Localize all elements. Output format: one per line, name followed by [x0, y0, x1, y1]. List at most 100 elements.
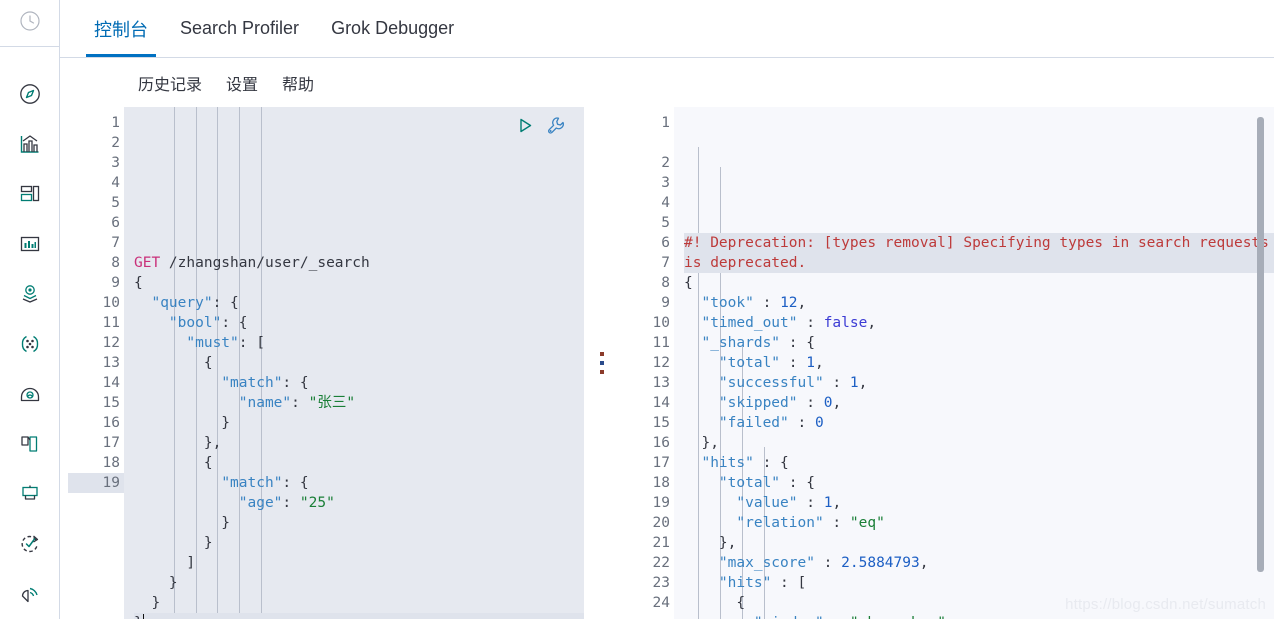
sidebar-item-canvas[interactable] — [10, 219, 50, 269]
line-number: 16 — [652, 435, 670, 451]
line-number: 2▾ — [620, 153, 680, 173]
code-token: : — [291, 395, 309, 411]
subnav-item-history[interactable]: 历史记录 — [138, 71, 202, 95]
line-number: 7 — [661, 255, 670, 271]
line-number: 23▾ — [620, 573, 681, 593]
sidebar-item-uptime[interactable] — [10, 519, 50, 569]
response-scrollbar[interactable] — [1257, 111, 1264, 589]
code-token: "total" — [718, 355, 781, 371]
code-line: "total" : { — [684, 473, 1274, 493]
code-token: #! Deprecation: [types removal] Specifyi… — [684, 235, 1269, 271]
compass-icon — [18, 82, 42, 106]
uptime-icon — [18, 532, 42, 556]
code-line: "match": { — [134, 473, 584, 493]
code-line: "failed" : 0 — [684, 413, 1274, 433]
visualize-chart-icon — [18, 132, 42, 156]
code-token: : — [824, 615, 850, 619]
code-token: , — [858, 375, 868, 391]
sidebar-item-maps[interactable] — [10, 269, 50, 319]
code-line: } — [134, 513, 584, 533]
subnav-item-help[interactable]: 帮助 — [282, 71, 314, 95]
code-line: "skipped" : 0, — [684, 393, 1274, 413]
code-token: }, — [134, 435, 222, 451]
code-token: }, — [684, 535, 737, 551]
code-line: }, — [684, 533, 1274, 553]
line-number: 24 — [652, 595, 670, 611]
request-code-area[interactable]: GET /zhangshan/user/_search{ "query": { … — [124, 107, 584, 619]
response-editor-pane[interactable]: 12▾345▾678910▴11▾12▾131415▴1617▾18▾19202… — [620, 107, 1274, 619]
send-request-play-icon[interactable] — [516, 116, 535, 135]
line-number: 8 — [111, 255, 120, 271]
line-number: 13 — [652, 375, 670, 391]
response-scrollbar-thumb[interactable] — [1257, 117, 1264, 572]
wrench-icon[interactable] — [545, 115, 566, 136]
sidebar-item-machine-learning[interactable] — [10, 319, 50, 369]
request-editor-pane[interactable]: 12▾3▾4▾5▾6▾7▾89▴10▴11▾12▾1314▴15▴16▴17▴1… — [60, 107, 584, 619]
line-number: 18▾ — [620, 473, 681, 493]
tab-search-profiler[interactable]: Search Profiler — [164, 0, 315, 57]
sidebar-item-dashboard[interactable] — [10, 169, 50, 219]
code-token: 1 — [806, 355, 815, 371]
tab-grok-debugger[interactable]: Grok Debugger — [315, 0, 470, 57]
code-line: "_index" : "zhangshan", — [684, 613, 1274, 619]
sidebar-item-discover[interactable] — [10, 69, 50, 119]
line-number: 8 — [661, 275, 670, 291]
code-token: "skipped" — [718, 395, 798, 411]
drag-dots-icon — [600, 352, 604, 374]
code-token: }, — [684, 435, 719, 451]
subnav-item-settings[interactable]: 设置 — [226, 71, 258, 95]
sidebar-item-infrastructure[interactable] — [10, 369, 50, 419]
code-token: 1 — [849, 375, 859, 391]
line-number: 16▴ — [68, 413, 131, 433]
app-tab-bar: 控制台 Search Profiler Grok Debugger — [60, 0, 1274, 58]
code-token: : { — [282, 475, 309, 491]
request-actions — [516, 115, 566, 136]
sidebar-item-apm[interactable] — [10, 469, 50, 519]
sidebar-item-logs[interactable] — [10, 419, 50, 469]
code-token: : — [282, 495, 300, 511]
line-number: 15▴ — [620, 413, 681, 433]
code-token: , — [832, 495, 842, 511]
sidebar-item-visualize[interactable] — [10, 119, 50, 169]
code-token: "successful" — [718, 375, 824, 391]
code-line: "name": "张三" — [134, 393, 584, 413]
code-token: , — [797, 295, 807, 311]
code-line: "age": "25" — [134, 493, 584, 513]
line-number: 20 — [652, 515, 670, 531]
code-line: { — [134, 353, 584, 373]
line-number: 11▾ — [620, 333, 681, 353]
tab-console-label: 控制台 — [94, 19, 148, 40]
code-line: "hits" : { — [684, 453, 1274, 473]
code-token: , — [832, 395, 842, 411]
code-token: : — [823, 515, 850, 531]
pane-drag-handle[interactable] — [584, 107, 620, 619]
code-token: 12 — [780, 295, 798, 311]
code-token: , — [946, 615, 955, 619]
tab-console[interactable]: 控制台 — [78, 0, 164, 57]
logs-icon — [18, 432, 42, 456]
code-line: { — [684, 273, 1274, 293]
code-token: : { — [221, 315, 248, 331]
code-token: "age" — [238, 495, 283, 511]
line-number: 3 — [661, 175, 670, 191]
recently-viewed-button[interactable] — [0, 0, 60, 47]
code-token: : — [780, 355, 807, 371]
response-code-area[interactable]: #! Deprecation: [types removal] Specifyi… — [674, 107, 1274, 619]
console-subnav: 历史记录 设置 帮助 — [60, 58, 1274, 107]
code-token: "max_score" — [718, 555, 815, 571]
line-number: 6 — [661, 235, 670, 251]
sidebar-item-dev-tools[interactable] — [10, 569, 50, 619]
code-token: : { — [780, 335, 815, 351]
code-line: } — [134, 593, 584, 613]
